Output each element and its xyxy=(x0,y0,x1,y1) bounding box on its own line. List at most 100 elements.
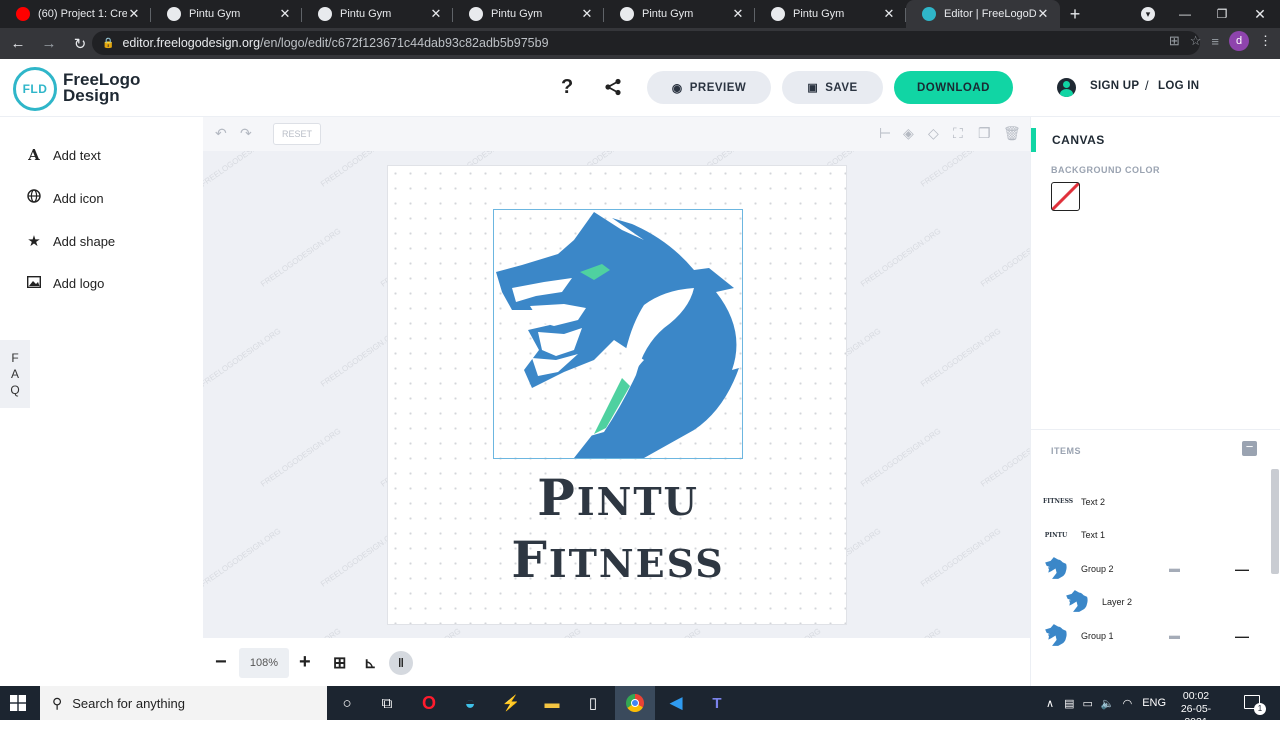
more-menu-icon[interactable]: ⋮ xyxy=(1259,33,1272,49)
tab-close-icon[interactable]: ✕ xyxy=(580,6,594,22)
taskbar-search[interactable]: ⚲ Search for anything xyxy=(40,686,327,720)
file-explorer-icon[interactable]: ▬ xyxy=(532,686,572,720)
logo-canvas[interactable]: PINTU FITNESS xyxy=(387,165,847,625)
share-icon[interactable] xyxy=(604,78,622,102)
trash-icon[interactable]: 🗑 xyxy=(1003,125,1021,142)
tab-close-icon[interactable]: ✕ xyxy=(731,6,745,22)
panel-scrollbar[interactable] xyxy=(1271,469,1279,574)
notification-count: 1 xyxy=(1254,703,1266,715)
volume-icon[interactable]: 🔈 xyxy=(1101,697,1115,710)
edge-icon[interactable]: ◒ xyxy=(450,686,490,720)
grid-icon[interactable]: ⊞ xyxy=(333,653,346,673)
maximize-icon[interactable]: ❐ xyxy=(1209,0,1235,28)
bookmark-star-icon[interactable]: ☆ xyxy=(1190,33,1202,49)
brand-logo-text[interactable]: FreeLogo Design xyxy=(63,71,140,104)
collapse-items-icon[interactable]: − xyxy=(1242,440,1257,456)
reload-icon[interactable]: ↻ xyxy=(67,31,93,57)
tab-close-icon[interactable]: ✕ xyxy=(429,6,443,22)
sidebar-item-add-text[interactable]: A Add text xyxy=(25,146,101,164)
folder-icon[interactable]: ▬ xyxy=(1169,630,1180,642)
zoom-out-icon[interactable]: − xyxy=(215,651,227,674)
zoom-level[interactable]: 108% xyxy=(239,648,289,678)
fld-logo-mark[interactable]: FLD xyxy=(13,67,57,111)
chrome-icon[interactable] xyxy=(615,686,655,720)
layer-item[interactable]: FITNESS Text 2 xyxy=(1031,485,1271,518)
align-icon[interactable]: ⊢ xyxy=(879,125,891,142)
signup-link[interactable]: SIGN UP xyxy=(1090,80,1139,92)
notification-icon[interactable]: 1 xyxy=(1244,695,1266,715)
browser-tab[interactable]: Editor | FreeLogoDesign✕ xyxy=(906,0,1060,28)
ruler-icon[interactable]: ⊾ xyxy=(364,654,377,672)
app-bolt-icon[interactable]: ⚡ xyxy=(491,686,531,720)
preview-button[interactable]: ◉ PREVIEW xyxy=(647,71,771,104)
sidebar-item-add-logo[interactable]: Add logo xyxy=(25,275,104,292)
logo-text-line-2[interactable]: FITNESS xyxy=(388,530,848,589)
browser-tab[interactable]: Pintu Gym ✕ xyxy=(302,0,453,28)
save-button[interactable]: ▣ SAVE xyxy=(782,71,883,104)
browser-tab[interactable]: Pintu Gym ✕ xyxy=(151,0,302,28)
logo-initial: P xyxy=(537,468,577,527)
taskbar-clock[interactable]: 00:02 26-05-2021 xyxy=(1172,690,1220,729)
playlist-icon[interactable]: ≡ xyxy=(1211,34,1219,49)
ungroup-icon[interactable]: — xyxy=(1235,628,1249,644)
user-avatar-icon[interactable] xyxy=(1057,78,1076,97)
layer-item[interactable]: PINTU Text 1 xyxy=(1031,519,1271,552)
layers-icon[interactable]: ◈ xyxy=(903,125,914,142)
windows-start-icon[interactable] xyxy=(10,695,26,711)
chrome-menu-icon[interactable]: ▾ xyxy=(1135,0,1161,28)
new-tab-button[interactable]: + xyxy=(1060,0,1090,28)
vscode-icon[interactable]: ◀ xyxy=(656,686,696,720)
zoom-bar: − 108% + ⊞ ⊾ ‖ xyxy=(203,638,1030,686)
layer-item[interactable]: Group 2 ▬ — xyxy=(1031,552,1271,585)
layer-item[interactable]: Group 1 ▬ — xyxy=(1031,619,1271,652)
tab-title: Pintu Gym xyxy=(340,8,392,20)
opera-icon[interactable]: O xyxy=(409,686,449,720)
download-button[interactable]: DOWNLOAD xyxy=(894,71,1013,104)
logo-text-line-1[interactable]: PINTU xyxy=(388,468,848,527)
faq-tab[interactable]: F A Q xyxy=(0,340,30,408)
sidebar-item-add-shape[interactable]: ★ Add shape xyxy=(25,232,115,250)
login-link[interactable]: LOG IN xyxy=(1158,80,1199,92)
duplicate-icon[interactable]: ❐ xyxy=(978,125,991,142)
translate-icon[interactable]: ⊞ xyxy=(1169,33,1180,49)
tray-device-icon[interactable]: ▤ xyxy=(1064,697,1074,710)
crop-icon[interactable]: ⛶ xyxy=(953,125,963,142)
background-color-swatch[interactable] xyxy=(1051,182,1080,211)
language-indicator[interactable]: ENG xyxy=(1142,697,1166,709)
browser-tab[interactable]: Pintu Gym ✕ xyxy=(755,0,906,28)
window-close-icon[interactable]: ✕ xyxy=(1247,0,1273,28)
wifi-icon[interactable]: ◠ xyxy=(1123,697,1133,710)
browser-tab[interactable]: Pintu Gym ✕ xyxy=(604,0,755,28)
ungroup-icon[interactable]: — xyxy=(1235,561,1249,577)
flip-icon[interactable]: ◇ xyxy=(928,125,939,142)
minimize-icon[interactable]: — xyxy=(1172,0,1198,28)
tab-close-icon[interactable]: ✕ xyxy=(278,6,292,22)
browser-tab[interactable]: Pintu Gym ✕ xyxy=(453,0,604,28)
tab-close-icon[interactable]: ✕ xyxy=(1036,6,1050,22)
redo-icon[interactable]: ↷ xyxy=(240,125,252,142)
help-icon[interactable]: ? xyxy=(561,76,573,99)
tray-chevron-icon[interactable]: ∧ xyxy=(1046,697,1054,710)
back-icon[interactable]: ← xyxy=(5,31,31,57)
watermark-text: FREELOGODESIGN.ORG xyxy=(859,226,942,288)
profile-avatar[interactable]: d xyxy=(1229,31,1249,51)
folder-icon[interactable]: ▬ xyxy=(1169,563,1180,575)
task-view-icon[interactable]: ⧉ xyxy=(367,686,407,720)
reset-button[interactable]: RESET xyxy=(273,123,321,145)
sidebar-item-add-icon[interactable]: Add icon xyxy=(25,189,104,207)
guides-toggle-icon[interactable]: ‖ xyxy=(389,651,413,675)
selected-group-box[interactable] xyxy=(493,209,743,459)
teams-icon[interactable]: T xyxy=(697,686,737,720)
battery-icon[interactable]: ▭ xyxy=(1082,697,1092,710)
tab-close-icon[interactable]: ✕ xyxy=(127,6,141,22)
zoom-in-icon[interactable]: + xyxy=(299,651,311,674)
tab-close-icon[interactable]: ✕ xyxy=(882,6,896,22)
browser-tab[interactable]: (60) Project 1: Creating✕ xyxy=(0,0,151,28)
address-bar[interactable]: 🔒 editor.freelogodesign.org/en/logo/edit… xyxy=(92,31,1200,55)
items-label: ITEMS xyxy=(1051,446,1082,456)
forward-icon[interactable]: → xyxy=(36,31,62,57)
layer-item[interactable]: Layer 2 xyxy=(1031,586,1271,619)
undo-icon[interactable]: ↶ xyxy=(215,125,227,142)
notepad-icon[interactable]: ▯ xyxy=(573,686,613,720)
cortana-icon[interactable]: ○ xyxy=(327,686,367,720)
